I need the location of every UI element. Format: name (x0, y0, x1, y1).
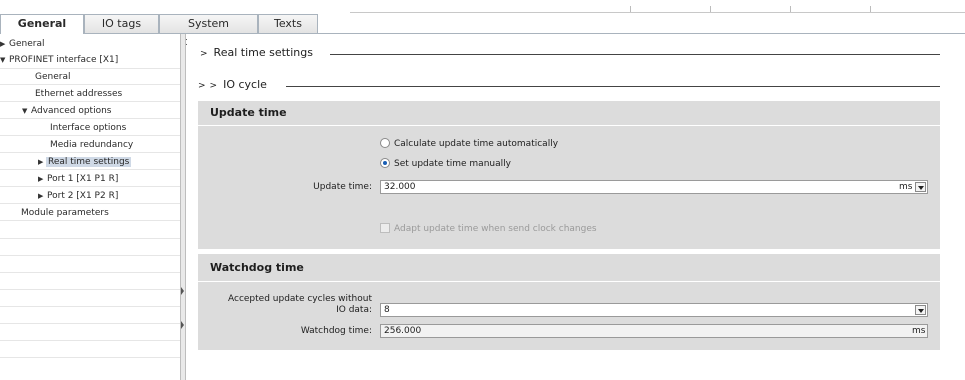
watchdog-time-unit: ms (912, 326, 926, 336)
update-time-unit: ms (899, 182, 913, 192)
tree-item-interface-general[interactable]: General (0, 69, 180, 85)
update-time-label: Update time: (313, 182, 372, 192)
update-time-group: Update time Calculate update time automa… (198, 101, 940, 249)
top-marker (710, 6, 711, 12)
splitter-arrow-icon[interactable] (181, 321, 184, 329)
tab-general[interactable]: General (0, 14, 84, 34)
tab-texts[interactable]: Texts (258, 14, 318, 33)
tree-empty-row (0, 222, 180, 239)
group-title-update-time: Update time (210, 106, 287, 119)
properties-content: > Real time settings > > IO cycle Update ti… (187, 34, 965, 380)
tree-empty-row (0, 341, 180, 358)
tree-item-media-redundancy[interactable]: Media redundancy (0, 137, 180, 153)
tab-system-constants[interactable]: System constants (159, 14, 258, 48)
update-time-unit-dropdown-icon[interactable] (915, 182, 926, 192)
tree-item-interface-options[interactable]: Interface options (0, 120, 180, 136)
top-strip (0, 0, 965, 14)
collapse-down-icon[interactable]: ▼ (22, 103, 30, 119)
tree-item-port-1[interactable]: ▶ Port 1 [X1 P1 R] (0, 171, 180, 187)
splitter-arrow-icon[interactable] (181, 287, 184, 295)
chevron-right-icon[interactable]: > (198, 77, 206, 95)
tree-empty-row (0, 324, 180, 341)
section-rule (330, 54, 940, 55)
chevron-right-icon[interactable]: > (210, 77, 218, 95)
top-marker (790, 6, 791, 12)
top-marker (870, 6, 871, 12)
tree-item-real-time-settings[interactable]: ▶ Real time settings (0, 154, 180, 170)
tree-empty-row (0, 290, 180, 307)
expand-right-icon[interactable]: ▶ (38, 188, 46, 204)
section-rule (286, 86, 940, 87)
checkbox-icon[interactable] (380, 222, 390, 233)
tree-item-module-parameters[interactable]: Module parameters (0, 205, 180, 221)
group-divider (198, 125, 940, 126)
radio-calculate-automatically[interactable]: Calculate update time automatically (380, 137, 558, 151)
expand-right-icon[interactable]: ▶ (38, 171, 46, 187)
section-real-time-settings[interactable]: > Real time settings (200, 44, 940, 62)
watchdog-time-group: Watchdog time Accepted update cycles wit… (198, 254, 940, 350)
tree-empty-row (0, 273, 180, 290)
tab-io-tags[interactable]: IO tags (84, 14, 159, 33)
tab-bar: General IO tags System constants Texts (0, 14, 965, 48)
panel-splitter[interactable] (180, 34, 186, 380)
chevron-right-icon[interactable]: > (200, 45, 208, 63)
radio-set-manually[interactable]: Set update time manually (380, 157, 511, 171)
tree-item-ethernet-addresses[interactable]: Ethernet addresses (0, 86, 180, 102)
accepted-cycles-label: Accepted update cycles without IO data: (228, 294, 372, 315)
top-marker (630, 6, 631, 12)
accepted-cycles-dropdown-icon[interactable] (915, 305, 926, 315)
tree-item-general[interactable]: ▶ General (0, 36, 180, 52)
tree-empty-row (0, 239, 180, 256)
tree-item-port-2[interactable]: ▶ Port 2 [X1 P2 R] (0, 188, 180, 204)
top-divider (350, 12, 965, 13)
navigation-tree: ▶ General ▼ PROFINET interface [X1] Genera… (0, 34, 180, 380)
tree-empty-row (0, 307, 180, 324)
watchdog-time-field: 256.000 (380, 324, 928, 338)
tree-empty-row (0, 256, 180, 273)
tree-item-profinet-interface[interactable]: ▼ PROFINET interface [X1] (0, 52, 180, 69)
radio-button-selected-icon[interactable] (380, 157, 390, 168)
expand-right-icon[interactable]: ▶ (38, 154, 46, 170)
accepted-cycles-select[interactable]: 8 (380, 303, 928, 317)
expand-right-icon[interactable]: ▶ (0, 36, 8, 52)
watchdog-time-label: Watchdog time: (300, 326, 372, 336)
group-divider (198, 281, 940, 282)
collapse-down-icon[interactable]: ▼ (0, 52, 8, 68)
tree-item-advanced-options[interactable]: ▼ Advanced options (0, 103, 180, 119)
update-time-input[interactable]: 32.000 (380, 180, 928, 194)
radio-button-icon[interactable] (380, 137, 390, 148)
section-io-cycle[interactable]: > > IO cycle (198, 76, 940, 94)
adapt-update-time-checkbox[interactable]: Adapt update time when send clock change… (380, 222, 597, 236)
group-title-watchdog-time: Watchdog time (210, 261, 304, 274)
